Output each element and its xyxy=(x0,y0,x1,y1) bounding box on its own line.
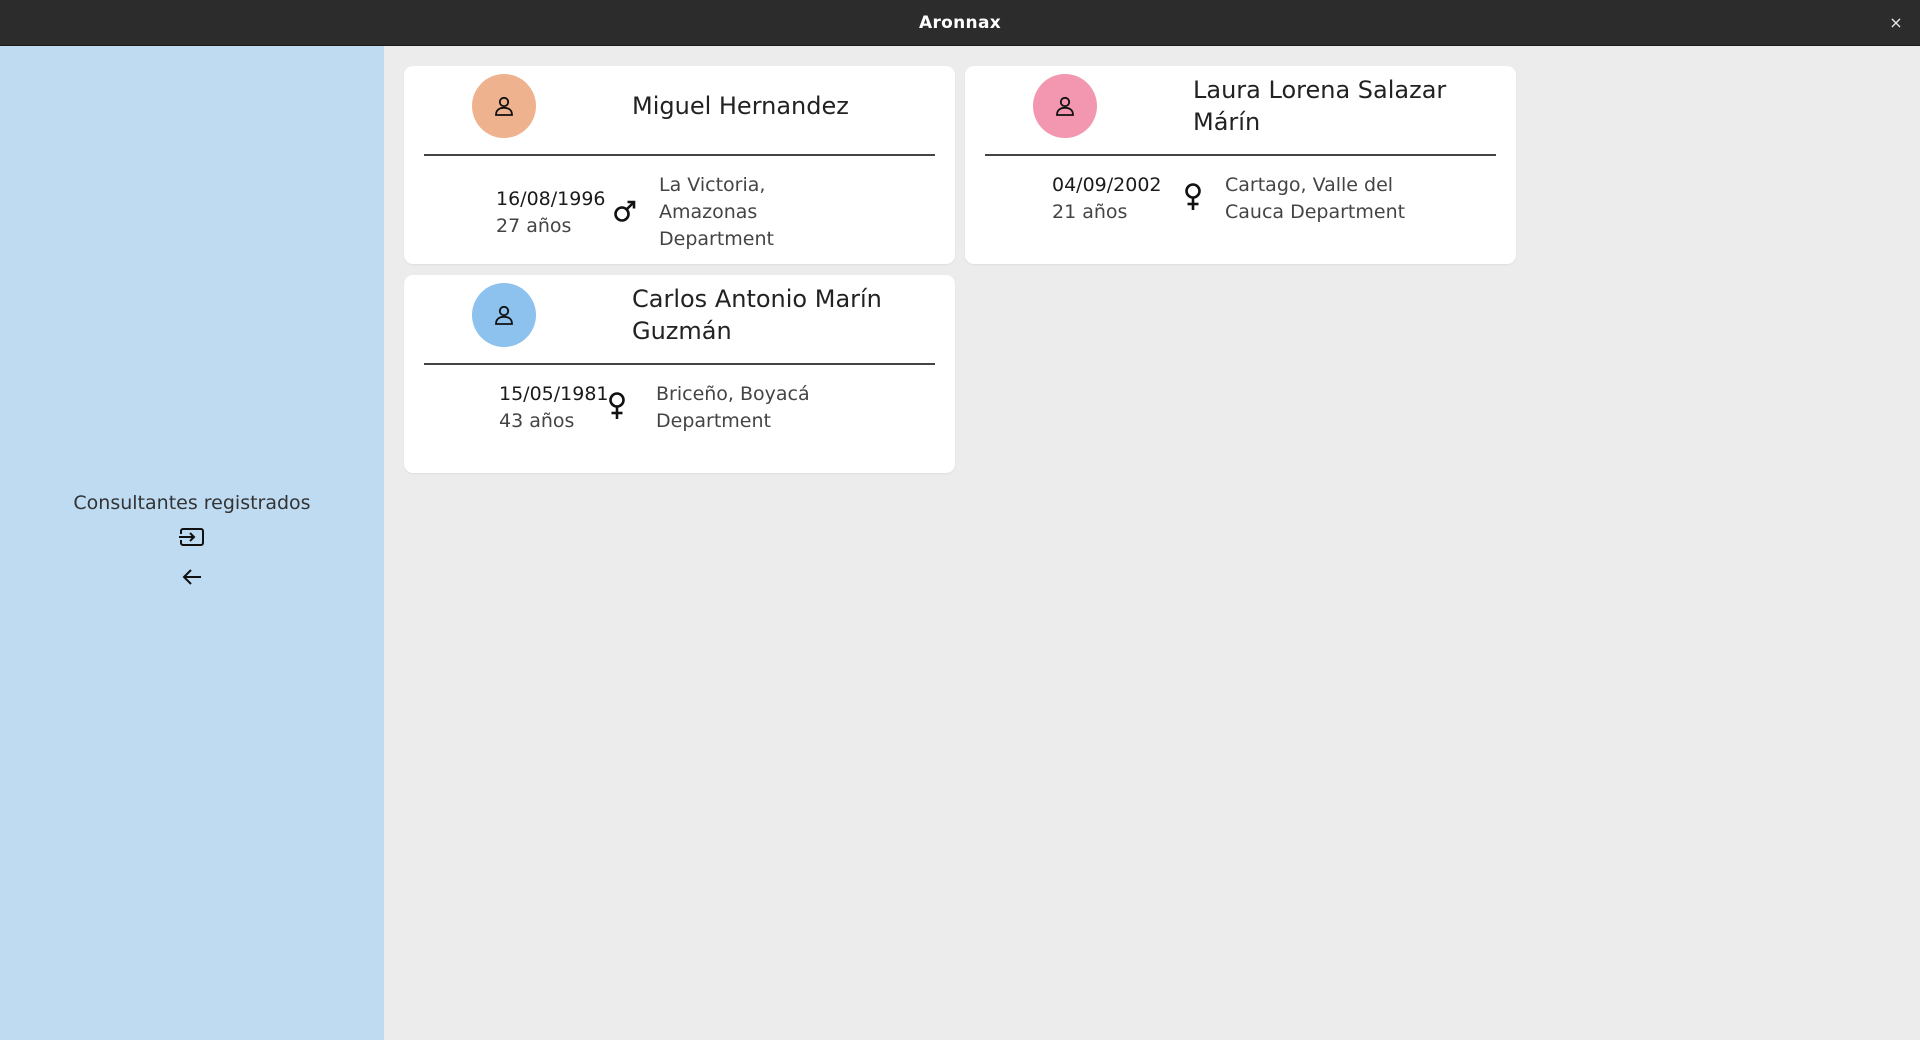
avatar xyxy=(1033,74,1097,138)
birth-place: Briceño, Boyacá Department xyxy=(656,381,876,435)
female-icon xyxy=(1180,182,1206,212)
patient-card[interactable]: Laura Lorena Salazar Márín 04/09/2002 21… xyxy=(965,66,1516,264)
name-line: Carlos Antonio Marín xyxy=(632,285,882,313)
name-line: Laura Lorena Salazar xyxy=(1193,76,1447,104)
female-icon xyxy=(604,391,630,421)
place-line: Amazonas xyxy=(659,201,758,223)
sidebar-label: Consultantes registrados xyxy=(73,492,311,514)
sidebar: Consultantes registrados xyxy=(0,46,384,1040)
divider xyxy=(985,154,1496,156)
title-bar: Aronnax × xyxy=(0,0,1920,46)
birth-place: Cartago, Valle del Cauca Department xyxy=(1225,172,1445,226)
patient-name: Miguel Hernandez xyxy=(632,92,849,120)
birth-place: La Victoria, Amazonas Department xyxy=(659,172,859,253)
age: 27 años xyxy=(496,215,572,237)
place-line: Department xyxy=(656,410,771,432)
place-line: Department xyxy=(659,228,774,250)
patient-card[interactable]: Carlos Antonio Marín Guzmán 15/05/1981 4… xyxy=(404,275,955,473)
age: 21 años xyxy=(1052,201,1128,223)
patients-grid: Miguel Hernandez 16/08/1996 27 años La V… xyxy=(384,46,1920,1040)
close-button[interactable]: × xyxy=(1884,11,1908,35)
name-line: Guzmán xyxy=(632,317,732,345)
person-icon xyxy=(495,96,513,116)
avatar xyxy=(472,74,536,138)
place-line: Cauca Department xyxy=(1225,201,1406,223)
back-button[interactable] xyxy=(176,562,208,592)
login-icon xyxy=(179,528,204,546)
age: 43 años xyxy=(499,410,575,432)
place-line: Briceño, Boyacá xyxy=(656,383,810,405)
birth-date: 16/08/1996 xyxy=(496,188,606,210)
patient-card[interactable]: Miguel Hernandez 16/08/1996 27 años La V… xyxy=(404,66,955,264)
place-line: La Victoria, xyxy=(659,174,766,196)
name-line: Márín xyxy=(1193,108,1261,136)
arrow-left-icon xyxy=(182,569,201,585)
avatar xyxy=(472,283,536,347)
divider xyxy=(424,363,935,365)
patient-name: Carlos Antonio Marín Guzmán xyxy=(632,283,932,347)
divider xyxy=(424,154,935,156)
birth-date: 04/09/2002 xyxy=(1052,174,1162,196)
place-line: Cartago, Valle del xyxy=(1225,174,1394,196)
person-icon xyxy=(1056,96,1074,116)
person-icon xyxy=(495,305,513,325)
patient-name: Laura Lorena Salazar Márín xyxy=(1193,74,1493,138)
birth-date: 15/05/1981 xyxy=(499,383,609,405)
male-icon xyxy=(612,196,638,226)
login-button[interactable] xyxy=(176,522,208,552)
window-title: Aronnax xyxy=(919,13,1001,33)
